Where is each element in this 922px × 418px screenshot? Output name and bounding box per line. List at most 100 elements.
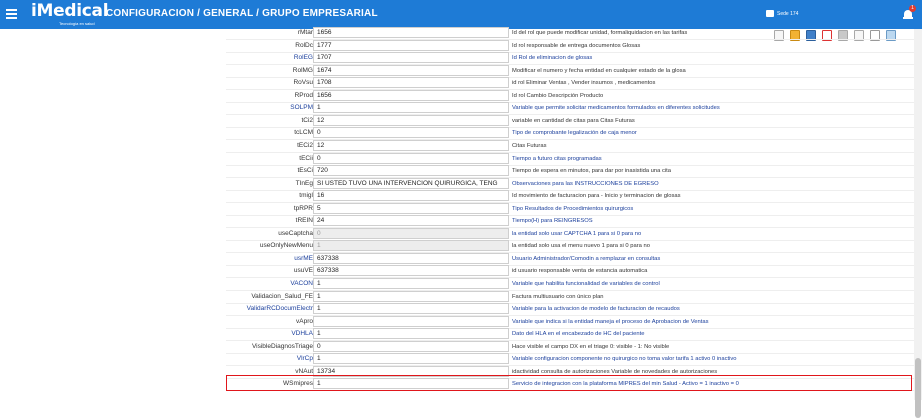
variable-name: tREIN (295, 217, 313, 224)
vertical-scrollbar[interactable] (914, 29, 922, 418)
hamburger-menu-icon[interactable] (6, 9, 17, 19)
logo-text: iMedical (31, 1, 109, 21)
variable-value-input[interactable]: 1 (313, 102, 509, 113)
table-row: SOLPM 1 Variable que permite solicitar med… (226, 102, 914, 114)
variable-value-input[interactable]: 0 (313, 127, 509, 138)
variable-value-input[interactable]: 637338 (313, 253, 509, 264)
variable-name: useOnlyNewMenu (259, 242, 313, 249)
variable-description: Id rol Cambio Descripción Producto (512, 93, 604, 99)
variable-description: Factura multiusuario con único plan (512, 294, 604, 300)
variable-value-input[interactable]: 1656 (313, 27, 509, 38)
table-row: useOnlyNewMenu 1 la entidad solo usa el me… (226, 240, 914, 252)
table-row: RolDc 1777 Id rol responsable de entrega d… (226, 40, 914, 52)
table-row: RoVsu 1708 id rol Eliminar Ventas , Vender… (226, 77, 914, 89)
variable-name: usuVE (293, 267, 313, 274)
variable-name: RolDc (295, 42, 313, 49)
variable-value-input[interactable]: 0 (313, 153, 509, 164)
variable-name[interactable]: usrME (226, 253, 313, 265)
notification-badge: 1 (909, 5, 916, 12)
variable-description: variable en cantidad de citas para Citas… (512, 118, 635, 124)
variable-name[interactable]: ValidarRCDocumElectr (226, 303, 313, 315)
table-row: tcLCM 0 Tipo de comprobante legalización d… (226, 127, 914, 139)
variable-description: Tiempo a futuro citas programadas (512, 156, 602, 162)
table-row: tECii 0 Tiempo a futuro citas programadas (226, 153, 914, 165)
variable-name: tEsCi (297, 167, 313, 174)
table-row: Validacion_Salud_FE 1 Factura multiusuario… (226, 291, 914, 303)
notifications-bell-icon[interactable]: 1 (903, 5, 916, 21)
table-row: useCaptcha 0 la entidad solo usar CAPTCHA … (226, 228, 914, 240)
table-row: RProd 1656 Id rol Cambio Descripción Produ… (226, 90, 914, 102)
table-row: vApro Variable que indica si la entidad m… (226, 316, 914, 328)
variable-value-input[interactable]: 1 (313, 328, 509, 339)
variable-description: Usuario Administrador/Comodin a remplaza… (512, 256, 661, 262)
variable-description: id usuario responsable venta de estancia… (512, 268, 648, 274)
variable-name: vApro (296, 318, 313, 325)
table-row: tEsCi 720 Tiempo de espera en minutos, par… (226, 165, 914, 177)
variable-value-input[interactable]: SI USTED TUVO UNA INTERVENCION QUIRURGIC… (313, 178, 509, 189)
table-row: usuVE 637338 id usuario responsable venta … (226, 265, 914, 277)
logo-tagline: Tecnología en salud (59, 21, 95, 26)
variable-name: tECi2 (297, 142, 313, 149)
variable-name: tmigl (299, 192, 313, 199)
variable-value-input[interactable]: 1 (313, 278, 509, 289)
variable-description: Observaciones para las INSTRUCCIONES DE … (512, 181, 659, 187)
scrollbar-thumb[interactable] (915, 358, 921, 418)
table-row: VlrCp 1 Variable configuracion componente … (226, 353, 914, 365)
table-row: tmigl 16 Id movimiento de facturacion para… (226, 190, 914, 202)
variable-name[interactable]: SOLPM (226, 102, 313, 114)
variable-value-input[interactable]: 1707 (313, 52, 509, 63)
table-row: tCi2 12 variable en cantidad de citas para… (226, 115, 914, 127)
imedical-logo[interactable]: iMedical Tecnología en salud (31, 1, 109, 27)
table-row: RolMG 1674 Modificar el numero y fecha ent… (226, 65, 914, 77)
variable-value-input[interactable]: 5 (313, 203, 509, 214)
table-row: ValidarRCDocumElectr 1 Variable para la ac… (226, 303, 914, 315)
variable-description: Citas Futuras (512, 143, 547, 149)
variable-value-input: 0 (313, 228, 509, 239)
variable-value-input[interactable]: 1 (313, 303, 509, 314)
variable-value-input[interactable]: 1 (313, 291, 509, 302)
variable-name[interactable]: VlrCp (226, 353, 313, 365)
variable-description: Variable para la activacion de modelo de… (512, 306, 680, 312)
variable-value-input[interactable]: 16 (313, 190, 509, 201)
variable-description: Tipo de comprobante legalización de caja… (512, 130, 637, 136)
variable-value-input[interactable]: 1656 (313, 90, 509, 101)
variable-description: Variable que habilita funcionalidad de v… (512, 281, 660, 287)
variable-name[interactable]: VACON (226, 278, 313, 290)
variable-description: Id Rol de eliminacion de glosas (512, 55, 593, 61)
variable-description: Tipo Resultados de Procedimientos quirur… (512, 206, 634, 212)
variable-name: RProd (294, 92, 313, 99)
variable-value-input[interactable]: 1708 (313, 77, 509, 88)
table-row: VACON 1 Variable que habilita funcionalida… (226, 278, 914, 290)
variable-value-input[interactable]: 0 (313, 341, 509, 352)
table-row: tpRPR 5 Tipo Resultados de Procedimientos … (226, 203, 914, 215)
table-row: RolEG 1707 Id Rol de eliminacion de glosas (226, 52, 914, 64)
table-row: tREIN 24 Tiempo(H) para REINGRESOS (226, 215, 914, 227)
variable-name: tpRPR (293, 205, 313, 212)
variable-value-input[interactable]: 1777 (313, 40, 509, 51)
variable-value-input[interactable]: 24 (313, 215, 509, 226)
variable-description: la entidad solo usa el menu nuevo 1 para… (512, 243, 650, 249)
variable-value-input[interactable]: 12 (313, 140, 509, 151)
variable-description: id rol Eliminar Ventas , Vender insumos … (512, 80, 656, 86)
table-row: rMtar 1656 Id del rol que puede modificar … (226, 27, 914, 39)
breadcrumb: CONFIGURACION / GENERAL / GRUPO EMPRESAR… (106, 8, 378, 19)
variable-description: Modificar el numero y fecha entidad en c… (512, 68, 686, 74)
variable-name: useCaptcha (278, 230, 313, 237)
variable-value-input[interactable]: 1 (313, 353, 509, 364)
variable-name: tECii (299, 155, 313, 162)
variable-name: RoVsu (293, 79, 313, 86)
variable-value-input[interactable] (313, 316, 509, 327)
variable-name[interactable]: RolEG (226, 52, 313, 64)
variable-name: RolMG (292, 67, 313, 74)
variable-name[interactable]: VDHLA (226, 328, 313, 340)
variable-value-input[interactable]: 1674 (313, 65, 509, 76)
variable-description: Id rol responsable de entrega documentos… (512, 43, 641, 49)
variable-value-input[interactable]: 720 (313, 165, 509, 176)
variable-description: Id del rol que puede modificar unidad, f… (512, 30, 688, 36)
variable-description: Hace visible el campo DX en el triage 0:… (512, 344, 670, 350)
variable-value-input[interactable]: 12 (313, 115, 509, 126)
variable-value-input[interactable]: 637338 (313, 265, 509, 276)
sede-selector[interactable]: Sede 174 (766, 10, 798, 17)
variable-description: Id movimiento de facturacion para - Inic… (512, 193, 681, 199)
variable-description: Tiempo de espera en minutos, para dar po… (512, 168, 671, 174)
